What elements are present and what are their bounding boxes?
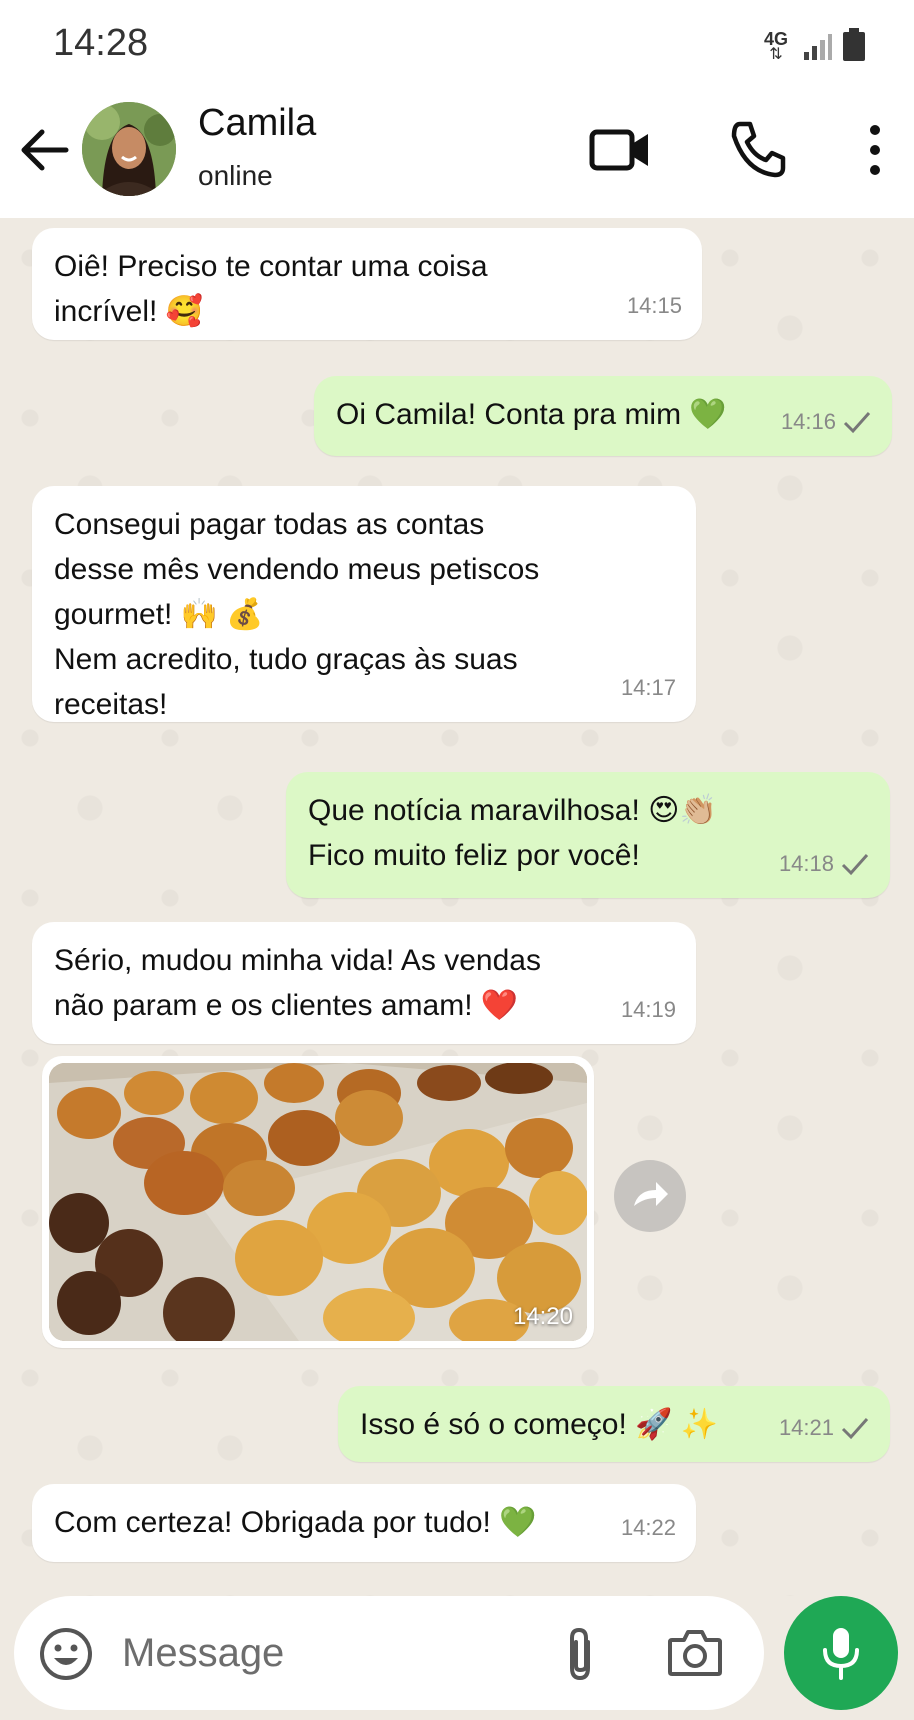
message-bubble-incoming[interactable]: Sério, mudou minha vida! As vendas não p… <box>32 922 696 1044</box>
message-meta: 14:16 <box>781 399 872 444</box>
sent-check-icon <box>841 1417 869 1439</box>
message-text: Sério, mudou minha vida! As vendas não p… <box>54 944 541 1022</box>
status-time: 14:28 <box>53 22 149 64</box>
food-photo[interactable]: 14:20 <box>49 1063 587 1341</box>
signal-icon <box>804 34 832 60</box>
message-text: Isso é só o começo! 🚀 ✨ <box>360 1408 719 1441</box>
message-text: Com certeza! Obrigada por tudo! 💚 <box>54 1506 537 1539</box>
message-time: 14:15 <box>626 293 682 318</box>
message-bubble-incoming[interactable]: Consegui pagar todas as contas desse mês… <box>32 486 696 722</box>
back-arrow-icon <box>21 129 69 171</box>
camera-icon <box>668 1630 722 1676</box>
chat-header: Camila online <box>0 90 914 218</box>
message-time: 14:18 <box>778 851 834 876</box>
avatar-photo <box>82 102 176 196</box>
message-time: 14:22 <box>620 1515 676 1540</box>
avatar[interactable] <box>82 102 176 196</box>
message-bubble-outgoing[interactable]: Isso é só o começo! 🚀 ✨ 14:21 <box>338 1386 890 1462</box>
sent-check-icon <box>843 411 871 433</box>
chat-area[interactable]: Oiê! Preciso te contar uma coisa incríve… <box>0 218 914 1596</box>
video-call-button[interactable] <box>588 120 652 180</box>
image-message[interactable]: 14:20 <box>42 1056 594 1348</box>
status-bar: 14:28 4G ⇅ <box>0 0 914 90</box>
emoji-button[interactable] <box>38 1626 94 1682</box>
battery-icon <box>843 28 865 61</box>
contact-name[interactable]: Camila <box>198 102 316 145</box>
message-meta: 14:18 <box>779 841 870 886</box>
contact-status: online <box>198 160 273 191</box>
video-call-icon <box>589 129 648 171</box>
camera-button[interactable] <box>666 1626 724 1680</box>
more-options-icon <box>870 125 880 175</box>
back-button[interactable] <box>18 120 70 180</box>
snacks-image <box>49 1063 587 1341</box>
message-composer <box>14 1596 764 1710</box>
forward-button[interactable] <box>614 1160 686 1232</box>
message-text: Oiê! Preciso te contar uma coisa incríve… <box>54 250 488 328</box>
message-text: Oi Camila! Conta pra mim 💚 <box>336 398 727 431</box>
message-meta: 14:19 <box>621 987 676 1032</box>
message-time: 14:16 <box>780 409 836 434</box>
attach-button[interactable] <box>556 1624 606 1684</box>
message-bubble-incoming[interactable]: Com certeza! Obrigada por tudo! 💚 14:22 <box>32 1484 696 1562</box>
message-text: Consegui pagar todas as contas desse mês… <box>54 508 540 721</box>
data-arrows-icon: ⇅ <box>769 46 783 63</box>
message-input[interactable] <box>122 1620 522 1686</box>
message-text: Que notícia maravilhosa! 😍👏🏼 Fico muito … <box>308 794 717 872</box>
message-bubble-outgoing[interactable]: Que notícia maravilhosa! 😍👏🏼 Fico muito … <box>286 772 890 898</box>
microphone-icon <box>823 1628 859 1680</box>
status-icons: 4G ⇅ <box>764 28 866 63</box>
voice-message-button[interactable] <box>784 1596 898 1710</box>
message-time: 14:19 <box>620 997 676 1022</box>
paperclip-icon <box>570 1627 590 1681</box>
message-bubble-outgoing[interactable]: Oi Camila! Conta pra mim 💚 14:16 <box>314 376 892 456</box>
sent-check-icon <box>841 853 869 875</box>
more-options-button[interactable] <box>860 122 890 178</box>
message-time: 14:21 <box>778 1415 834 1440</box>
message-meta: 14:22 <box>621 1505 676 1550</box>
message-meta: 14:17 <box>621 665 676 710</box>
phone-call-icon <box>731 121 786 178</box>
message-time: 14:20 <box>512 1303 573 1330</box>
emoji-icon <box>40 1628 92 1680</box>
message-meta: 14:15 <box>627 283 682 328</box>
message-meta: 14:21 <box>779 1405 870 1450</box>
voice-call-button[interactable] <box>726 118 786 180</box>
network-indicator: 4G ⇅ <box>764 30 788 63</box>
message-time: 14:17 <box>620 675 676 700</box>
forward-icon <box>634 1182 668 1206</box>
message-bubble-incoming[interactable]: Oiê! Preciso te contar uma coisa incríve… <box>32 228 702 340</box>
